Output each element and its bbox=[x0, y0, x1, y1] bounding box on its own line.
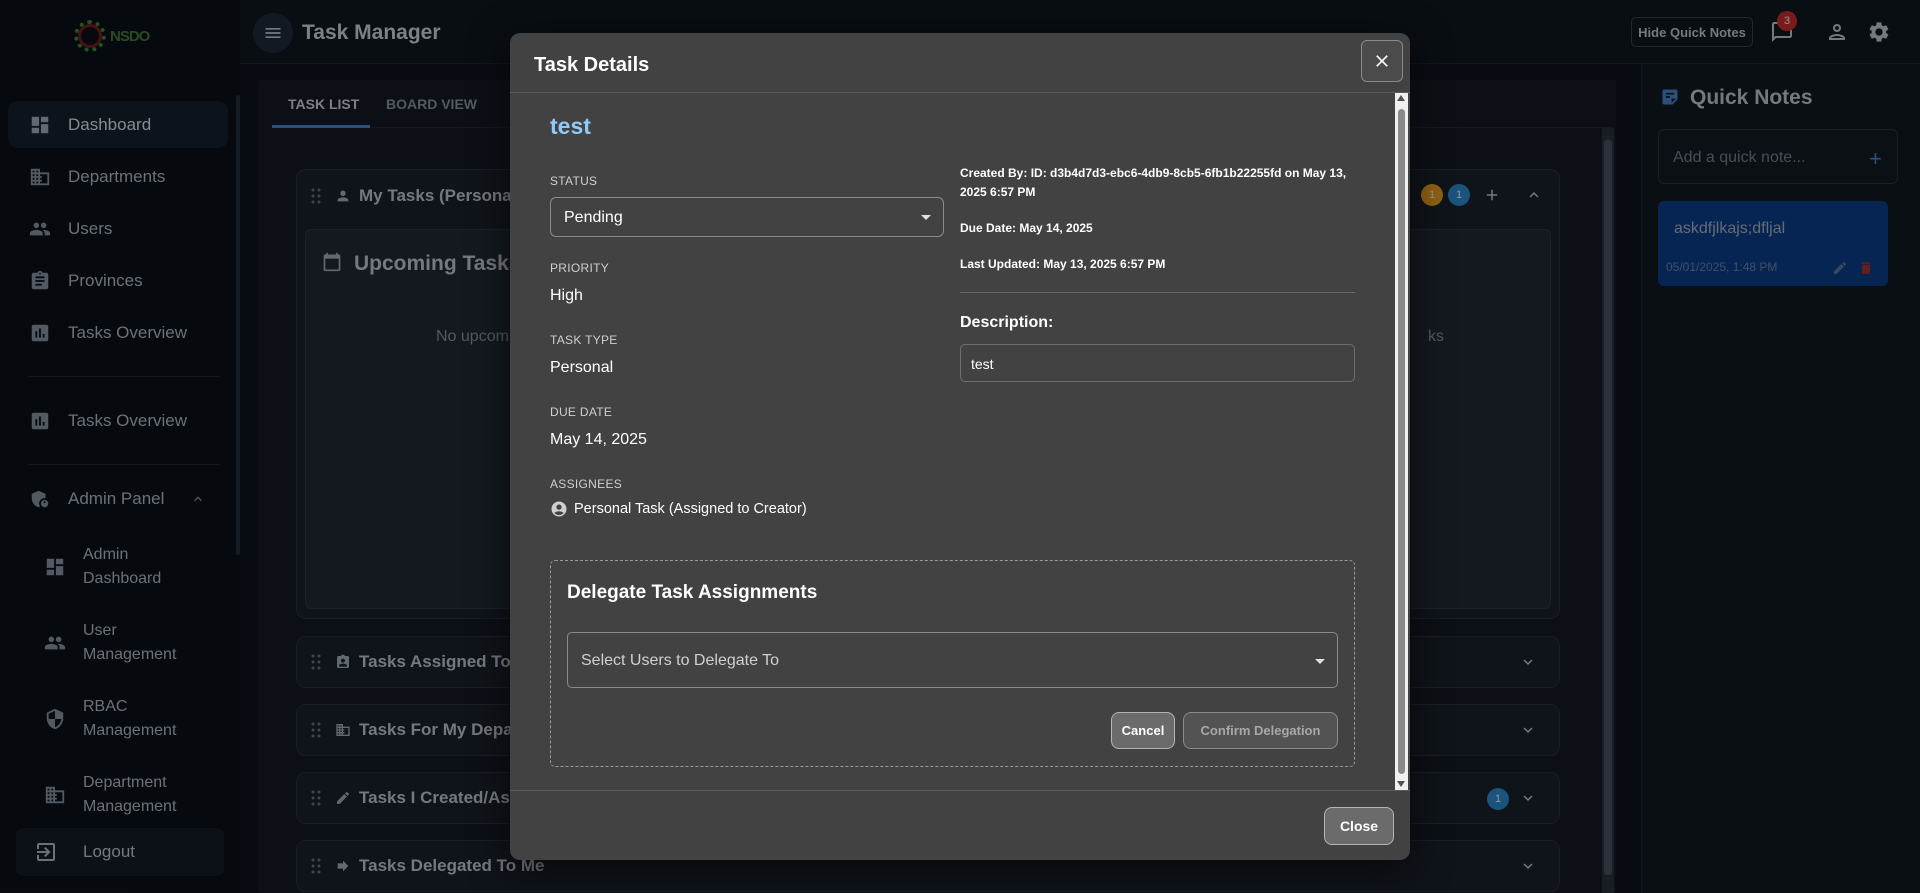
description-label: Description: bbox=[960, 314, 1054, 331]
description-box: test bbox=[960, 344, 1355, 382]
delegate-users-select[interactable]: Select Users to Delegate To bbox=[567, 632, 1338, 688]
delegate-title: Delegate Task Assignments bbox=[567, 582, 818, 603]
assignees-label: ASSIGNEES bbox=[550, 477, 623, 491]
scrollbar-thumb[interactable] bbox=[1398, 109, 1405, 774]
dialog-scrollbar[interactable] bbox=[1395, 93, 1408, 790]
dialog-footer-divider bbox=[510, 790, 1410, 791]
scroll-up-arrow-icon[interactable] bbox=[1397, 95, 1405, 101]
due-date-label: DUE DATE bbox=[550, 405, 613, 419]
last-updated-text: Last Updated: May 13, 2025 6:57 PM bbox=[960, 257, 1166, 271]
assignee-chip: Personal Task (Assigned to Creator) bbox=[550, 500, 807, 518]
task-type-label: TASK TYPE bbox=[550, 333, 618, 347]
due-date-value: May 14, 2025 bbox=[550, 431, 647, 448]
dropdown-arrow-icon bbox=[1315, 659, 1325, 664]
priority-value: High bbox=[550, 287, 583, 304]
close-icon-button[interactable] bbox=[1361, 40, 1403, 82]
dropdown-arrow-icon bbox=[921, 215, 931, 220]
due-date-meta: Due Date: May 14, 2025 bbox=[960, 221, 1093, 235]
status-value: Pending bbox=[564, 209, 623, 226]
description-value: test bbox=[971, 356, 994, 372]
dialog-header-divider bbox=[510, 92, 1410, 93]
confirm-delegation-button[interactable]: Confirm Delegation bbox=[1183, 712, 1338, 749]
priority-label: PRIORITY bbox=[550, 261, 610, 275]
close-icon bbox=[1376, 55, 1388, 67]
status-label: STATUS bbox=[550, 174, 598, 188]
task-details-dialog: Task Details test STATUS Pending PRIORIT… bbox=[510, 33, 1410, 860]
task-name: test bbox=[550, 113, 591, 139]
task-type-value: Personal bbox=[550, 359, 614, 376]
delegate-select-placeholder: Select Users to Delegate To bbox=[581, 652, 780, 669]
dialog-title: Task Details bbox=[534, 54, 650, 76]
close-button[interactable]: Close bbox=[1324, 807, 1394, 845]
account-circle-icon bbox=[551, 501, 567, 517]
status-select[interactable]: Pending bbox=[550, 197, 944, 237]
scroll-down-arrow-icon[interactable] bbox=[1397, 781, 1405, 787]
meta-divider bbox=[960, 292, 1355, 293]
created-by-text: Created By: ID: d3b4d7d3-ebc6-4db9-8cb5-… bbox=[960, 166, 1347, 199]
cancel-button[interactable]: Cancel bbox=[1111, 712, 1175, 749]
assignee-name: Personal Task (Assigned to Creator) bbox=[574, 501, 807, 517]
delegate-section: Delegate Task Assignments Select Users t… bbox=[550, 560, 1355, 767]
